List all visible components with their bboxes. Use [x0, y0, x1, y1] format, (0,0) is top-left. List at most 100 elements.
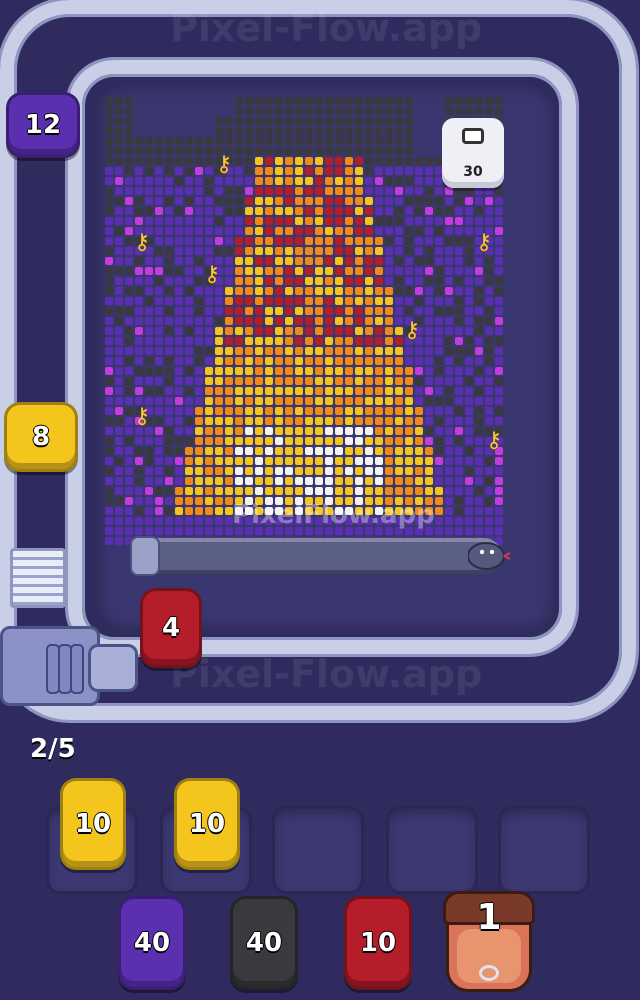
pixel-cell — [325, 157, 333, 165]
key-icon[interactable]: ⚷ — [134, 404, 150, 429]
pixel-cell — [215, 427, 223, 435]
pixel-cell — [125, 527, 133, 535]
slot[interactable] — [272, 806, 364, 894]
pixel-cell — [115, 467, 123, 475]
pixel-cell — [365, 387, 373, 395]
pixel-cell — [245, 317, 253, 325]
pixel-cell — [265, 467, 273, 475]
pixel-cell — [145, 257, 153, 265]
pixel-cell — [385, 407, 393, 415]
pixel-cell — [155, 317, 163, 325]
key-icon[interactable]: ⚷ — [134, 230, 150, 255]
key-icon[interactable]: ⚷ — [216, 152, 232, 177]
pixel-cell — [255, 127, 263, 135]
pixel-cell — [125, 357, 133, 365]
queue-shooter[interactable]: 40 — [118, 896, 186, 990]
pixel-cell — [415, 347, 423, 355]
pixel-cell — [475, 217, 483, 225]
pixel-cell — [135, 347, 143, 355]
pixel-cell — [325, 227, 333, 235]
pixel-cell — [395, 447, 403, 455]
pixel-cell — [365, 187, 373, 195]
pixel-cell — [235, 287, 243, 295]
key-icon[interactable]: ⚷ — [204, 262, 220, 287]
pixel-cell — [245, 297, 253, 305]
pixel-cell — [305, 367, 313, 375]
pixel-cell — [195, 137, 203, 145]
pixel-cell — [455, 527, 463, 535]
slot-shooter[interactable]: 10 — [60, 778, 126, 870]
pixel-cell — [205, 387, 213, 395]
pixel-cell — [105, 297, 113, 305]
pixel-cell — [305, 327, 313, 335]
slot-shooter[interactable]: 10 — [174, 778, 240, 870]
pixel-cell — [475, 277, 483, 285]
pixel-cell — [125, 237, 133, 245]
pixel-cell — [275, 427, 283, 435]
pixel-cell — [105, 177, 113, 185]
slot[interactable] — [498, 806, 590, 894]
pixel-cell — [165, 317, 173, 325]
pixel-cell — [195, 527, 203, 535]
pixel-cell — [355, 157, 363, 165]
pixel-cell — [395, 327, 403, 335]
pixel-cell — [115, 227, 123, 235]
pixel-cell — [215, 197, 223, 205]
pixel-cell — [155, 197, 163, 205]
pixel-cell — [125, 327, 133, 335]
pixel-cell — [265, 407, 273, 415]
pixel-cell — [455, 437, 463, 445]
pixel-cell — [395, 217, 403, 225]
pixel-cell — [225, 437, 233, 445]
pixel-cell — [255, 407, 263, 415]
pixel-cell — [335, 207, 343, 215]
pixel-cell — [115, 307, 123, 315]
pixel-cell — [225, 247, 233, 255]
pixel-cell — [175, 507, 183, 515]
pixel-cell — [385, 257, 393, 265]
pixel-cell — [195, 247, 203, 255]
pixel-cell — [445, 437, 453, 445]
pixel-cell — [455, 277, 463, 285]
pixel-cell — [145, 447, 153, 455]
queue-shooter[interactable]: 10 — [344, 896, 412, 990]
pixel-cell — [415, 277, 423, 285]
track-shooter[interactable]: 12 — [6, 92, 80, 158]
queue-shooter[interactable]: 40 — [230, 896, 298, 990]
pixel-cell — [195, 367, 203, 375]
key-icon[interactable]: ⚷ — [404, 318, 420, 343]
pixel-cell — [495, 337, 503, 345]
pixel-cell — [175, 497, 183, 505]
pixel-cell — [175, 487, 183, 495]
pixel-cell — [305, 387, 313, 395]
pixel-cell — [215, 137, 223, 145]
pixel-cell — [325, 127, 333, 135]
pixel-cell — [245, 447, 253, 455]
pixel-cell — [395, 147, 403, 155]
pixel-cell — [345, 427, 353, 435]
pixel-cell — [115, 517, 123, 525]
pixel-cell — [425, 307, 433, 315]
pixel-cell — [405, 257, 413, 265]
pixel-cell — [385, 137, 393, 145]
pixel-cell — [285, 347, 293, 355]
pixel-cell — [285, 157, 293, 165]
slot[interactable] — [386, 806, 478, 894]
pixel-cell — [325, 217, 333, 225]
track-shooter[interactable]: 4 — [140, 588, 202, 668]
pixel-cell — [175, 367, 183, 375]
key-icon[interactable]: ⚷ — [486, 428, 502, 453]
pixel-cell — [225, 227, 233, 235]
pixel-cell — [115, 267, 123, 275]
bull-icon[interactable]: 1 — [443, 891, 535, 992]
pixel-cell — [335, 187, 343, 195]
track-shooter[interactable]: 8 — [4, 402, 78, 472]
key-icon[interactable]: ⚷ — [476, 230, 492, 255]
pixel-cell — [275, 227, 283, 235]
pixel-cell — [305, 227, 313, 235]
pixel-cell — [475, 207, 483, 215]
pixel-cell — [455, 187, 463, 195]
pixel-cell — [475, 497, 483, 505]
pixel-cell — [245, 467, 253, 475]
pixel-cell — [165, 157, 173, 165]
